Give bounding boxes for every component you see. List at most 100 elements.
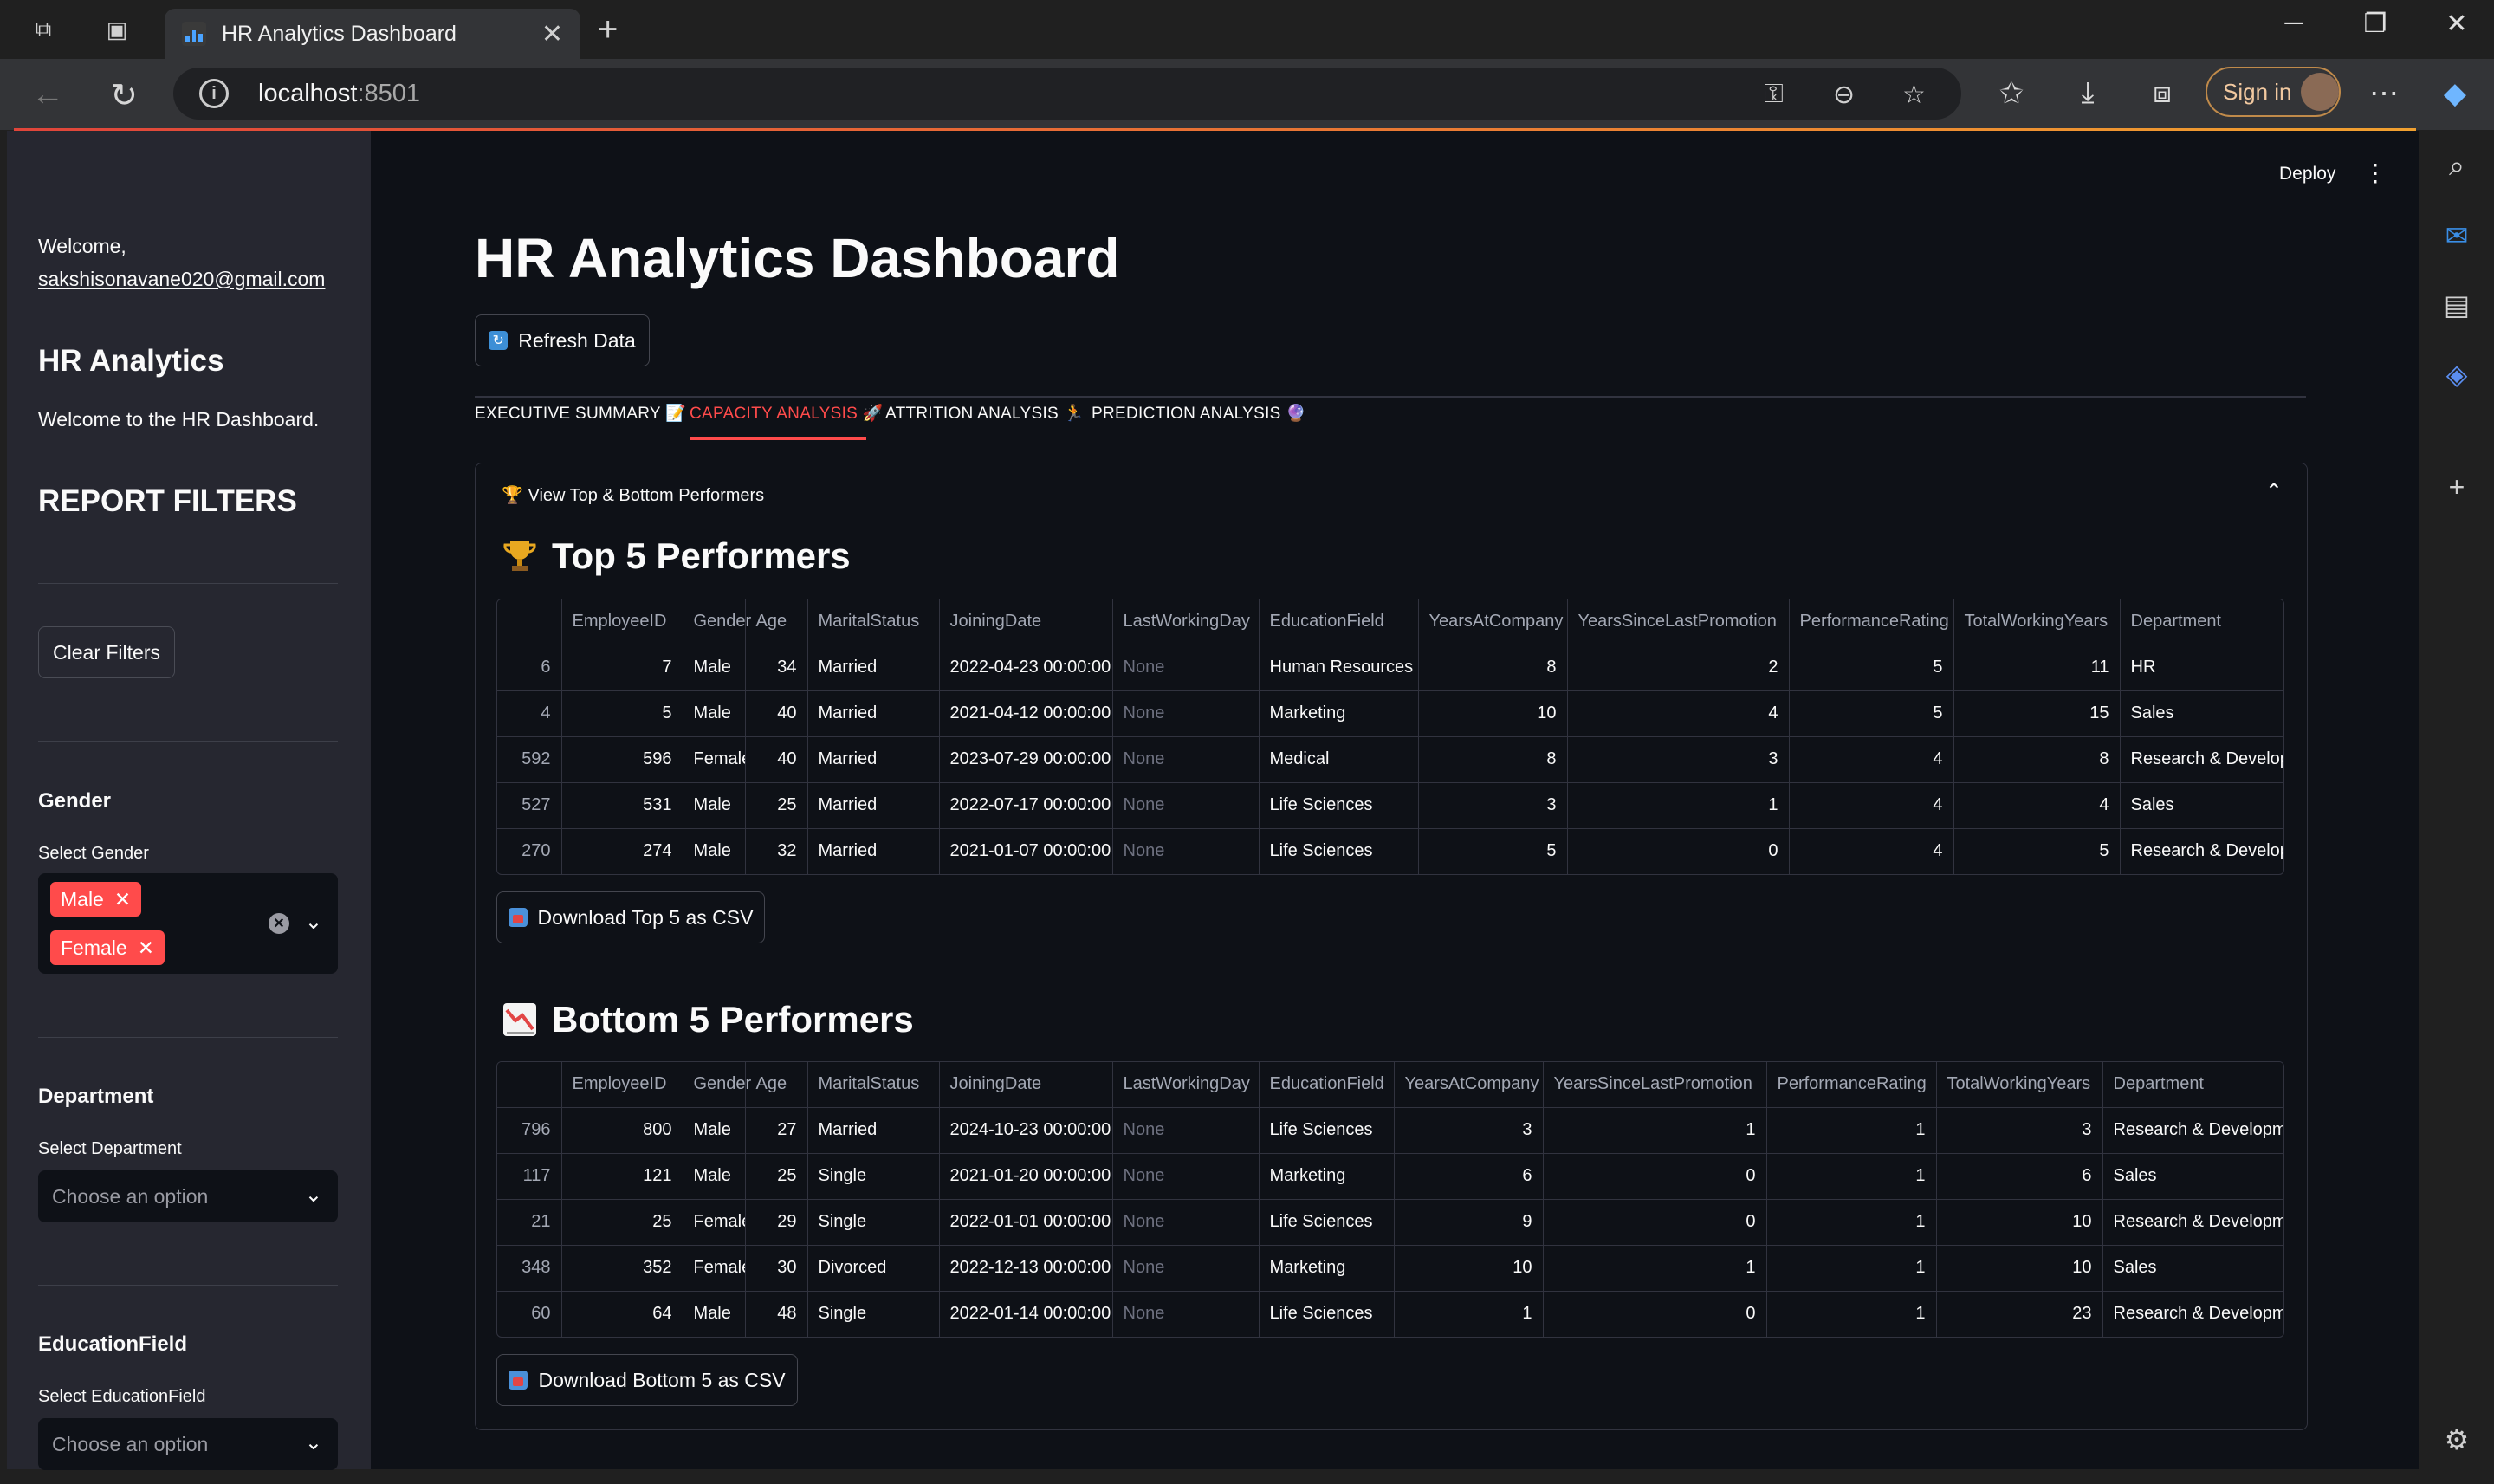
table-cell[interactable]: Life Sciences <box>1259 1291 1395 1337</box>
table-cell[interactable]: 5 <box>1789 645 1954 691</box>
table-cell[interactable]: 121 <box>561 1153 683 1200</box>
table-cell[interactable]: 352 <box>561 1245 683 1292</box>
table-row[interactable]: 6 7 Male 34 Married 2022-04-23 00:00:00 None Hu… <box>497 645 2283 691</box>
column-header[interactable]: TotalWorkingYears <box>1953 599 2121 645</box>
table-cell[interactable]: None <box>1112 1291 1260 1337</box>
table-cell[interactable]: 2024-10-23 00:00:00 <box>939 1107 1113 1154</box>
row-index[interactable]: 796 <box>497 1107 562 1154</box>
table-cell[interactable]: Single <box>807 1291 940 1337</box>
table-cell[interactable]: Single <box>807 1153 940 1200</box>
table-cell[interactable]: 32 <box>745 828 808 874</box>
table-cell[interactable]: 4 <box>1789 736 1954 783</box>
table-cell[interactable]: 3 <box>1418 782 1568 829</box>
column-header[interactable] <box>497 599 562 645</box>
table-row[interactable]: 60 64 Male 48 Single 2022-01-14 00:00:00 None L… <box>497 1291 2283 1337</box>
bottom-performers-table[interactable]: EmployeeID Gender Age MaritalStatus JoiningD… <box>496 1061 2284 1338</box>
table-cell[interactable]: 23 <box>1936 1291 2103 1337</box>
table-cell[interactable]: 4 <box>1567 690 1790 737</box>
browser-tab[interactable]: HR Analytics Dashboard ✕ <box>165 9 580 59</box>
table-cell[interactable]: 2022-01-01 00:00:00 <box>939 1199 1113 1246</box>
clear-selection-icon[interactable]: ✕ <box>269 913 289 934</box>
table-cell[interactable]: Divorced <box>807 1245 940 1292</box>
column-header[interactable]: YearsAtCompany <box>1418 599 1568 645</box>
table-cell[interactable]: Sales <box>2120 690 2283 737</box>
download-top-button[interactable]: Download Top 5 as CSV <box>496 891 765 943</box>
table-cell[interactable]: 2 <box>1567 645 1790 691</box>
table-cell[interactable]: 1 <box>1766 1107 1937 1154</box>
table-cell[interactable]: 5 <box>1789 690 1954 737</box>
chevron-up-icon[interactable]: ⌃ <box>2265 479 2283 504</box>
table-cell[interactable]: Married <box>807 782 940 829</box>
new-tab-icon[interactable]: + <box>598 10 618 49</box>
site-info-icon[interactable]: i <box>199 79 229 108</box>
table-cell[interactable]: Medical <box>1259 736 1419 783</box>
table-cell[interactable]: Research & Developmen <box>2102 1107 2283 1154</box>
chevron-down-icon[interactable]: ⌄ <box>305 910 322 935</box>
table-cell[interactable]: 1 <box>1394 1291 1544 1337</box>
chevron-down-icon[interactable]: ⌄ <box>305 1183 322 1208</box>
table-cell[interactable]: 5 <box>1418 828 1568 874</box>
zoom-icon[interactable]: ⊖ <box>1833 80 1855 110</box>
row-index[interactable]: 270 <box>497 828 562 874</box>
table-cell[interactable]: 1 <box>1766 1153 1937 1200</box>
table-cell[interactable]: 48 <box>745 1291 808 1337</box>
table-cell[interactable]: 596 <box>561 736 683 783</box>
table-cell[interactable]: 11 <box>1953 645 2121 691</box>
column-header[interactable]: PerformanceRating <box>1789 599 1954 645</box>
table-cell[interactable]: None <box>1112 736 1260 783</box>
table-cell[interactable]: 25 <box>745 1153 808 1200</box>
gender-multiselect[interactable]: Male ✕ Female ✕ ✕ ⌄ <box>38 873 338 974</box>
table-cell[interactable]: 15 <box>1953 690 2121 737</box>
column-header[interactable]: YearsSinceLastPromotion <box>1543 1062 1767 1108</box>
table-cell[interactable]: Life Sciences <box>1259 828 1419 874</box>
table-cell[interactable]: Female <box>683 736 746 783</box>
table-cell[interactable]: 40 <box>745 736 808 783</box>
close-window-icon[interactable]: ✕ <box>2431 9 2483 39</box>
table-cell[interactable]: None <box>1112 645 1260 691</box>
gender-chip-female[interactable]: Female ✕ <box>50 930 165 965</box>
download-icon[interactable]: ⤓ <box>2069 76 2107 110</box>
address-bar[interactable]: i localhost:8501 ⚿ ⊖ ☆ <box>173 68 1961 120</box>
table-cell[interactable]: 1 <box>1766 1199 1937 1246</box>
table-cell[interactable]: Research & Developmen <box>2102 1291 2283 1337</box>
table-cell[interactable]: 1 <box>1543 1107 1767 1154</box>
column-header[interactable]: MaritalStatus <box>807 1062 940 1108</box>
table-cell[interactable]: Male <box>683 645 746 691</box>
table-cell[interactable]: 3 <box>1936 1107 2103 1154</box>
table-cell[interactable]: 0 <box>1543 1291 1767 1337</box>
close-tab-icon[interactable]: ✕ <box>541 19 563 49</box>
restore-icon[interactable]: ❐ <box>2349 9 2401 39</box>
row-index[interactable]: 592 <box>497 736 562 783</box>
table-cell[interactable]: Female <box>683 1245 746 1292</box>
table-cell[interactable]: 10 <box>1394 1245 1544 1292</box>
row-index[interactable]: 348 <box>497 1245 562 1292</box>
table-cell[interactable]: None <box>1112 828 1260 874</box>
column-header[interactable]: Gender <box>683 1062 751 1108</box>
department-select[interactable]: Choose an option ⌄ <box>38 1170 338 1222</box>
table-row[interactable]: 348352Female30Divorced2022-12-13 00:00:0… <box>497 1245 2283 1292</box>
table-cell[interactable]: Marketing <box>1259 690 1419 737</box>
table-cell[interactable]: 40 <box>745 690 808 737</box>
table-cell[interactable]: 9 <box>1394 1199 1544 1246</box>
table-row[interactable]: 796 800 Male 27 Married 2024-10-23 00:00:00 No… <box>497 1107 2283 1154</box>
table-cell[interactable]: 1 <box>1766 1245 1937 1292</box>
table-cell[interactable]: 29 <box>745 1199 808 1246</box>
table-cell[interactable]: 4 <box>1953 782 2121 829</box>
table-cell[interactable]: 3 <box>1567 736 1790 783</box>
table-cell[interactable]: 4 <box>1789 782 1954 829</box>
workspaces-icon[interactable]: ⧉ <box>26 12 61 47</box>
remove-chip-icon[interactable]: ✕ <box>114 888 131 911</box>
table-cell[interactable]: Male <box>683 1291 746 1337</box>
table-cell[interactable]: 30 <box>745 1245 808 1292</box>
more-menu-icon[interactable]: ⋯ <box>2365 76 2403 111</box>
add-panel-icon[interactable]: + <box>2438 468 2476 506</box>
table-cell[interactable]: Sales <box>2102 1245 2283 1292</box>
table-cell[interactable]: Male <box>683 1153 746 1200</box>
table-cell[interactable]: Research & Developmen <box>2102 1199 2283 1246</box>
table-cell[interactable]: Male <box>683 1107 746 1154</box>
table-cell[interactable]: Research & Developn <box>2120 736 2283 783</box>
expander-header[interactable]: 🏆 View Top & Bottom Performers <box>502 484 764 506</box>
table-row[interactable]: 4 5 Male 40 Married 2021-04-12 00:00:00 None Ma… <box>497 690 2283 737</box>
table-cell[interactable]: 3 <box>1394 1107 1544 1154</box>
search-icon[interactable]: ⌕ <box>2438 147 2476 185</box>
